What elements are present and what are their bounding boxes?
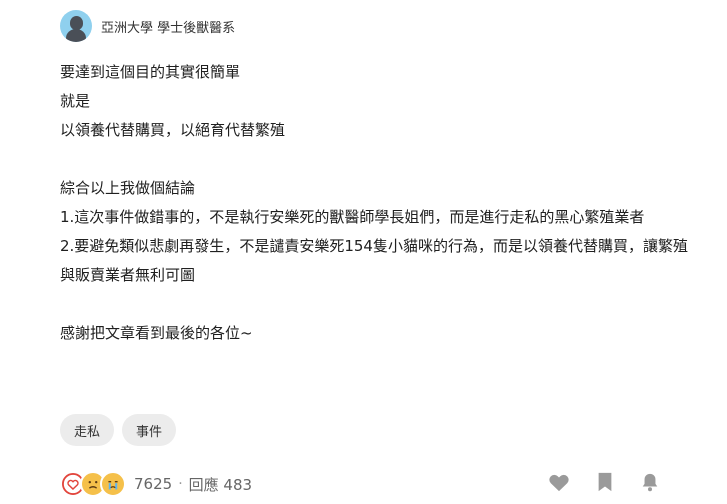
post-line: 就是 <box>60 92 91 110</box>
post-line: 感謝把文章看到最後的各位~ <box>60 324 253 342</box>
person-avatar-icon <box>70 16 83 30</box>
author-avatar[interactable] <box>60 10 92 42</box>
post-line: 2.要避免類似悲劇再發生，不是譴責安樂死154隻小貓咪的行為，而是以領養代替購買… <box>60 237 688 284</box>
reply-count[interactable]: 回應 483 <box>189 474 252 495</box>
separator-dot: · <box>178 476 183 492</box>
post-actions <box>548 472 660 492</box>
bookmark-icon[interactable] <box>596 472 614 492</box>
tag-list: 走私 事件 <box>60 414 177 446</box>
post-header: 亞洲大學 學士後獸醫系 <box>60 10 235 42</box>
post-footer: 7625 · 回應 483 <box>60 470 660 498</box>
notification-bell-icon[interactable] <box>640 472 660 492</box>
post-line: 1.這次事件做錯事的，不是執行安樂死的獸醫師學長姐們，而是進行走私的黑心繁殖業者 <box>60 208 645 226</box>
post-line: 要達到這個目的其實很簡單 <box>60 63 241 81</box>
like-heart-icon[interactable] <box>548 472 570 492</box>
post-body: 要達到這個目的其實很簡單 就是 以領養代替購買，以絕育代替繁殖 綜合以上我做個結… <box>60 58 700 348</box>
reaction-summary[interactable] <box>60 471 126 497</box>
author-name[interactable]: 亞洲大學 學士後獸醫系 <box>101 17 235 36</box>
tag-smuggling[interactable]: 走私 <box>60 414 115 446</box>
post-line: 以領養代替購買，以絕育代替繁殖 <box>60 121 286 139</box>
tag-event[interactable]: 事件 <box>122 414 177 446</box>
post-line: 綜合以上我做個結論 <box>60 179 196 197</box>
reaction-count: 7625 <box>134 475 173 493</box>
crying-face-icon <box>100 471 126 497</box>
